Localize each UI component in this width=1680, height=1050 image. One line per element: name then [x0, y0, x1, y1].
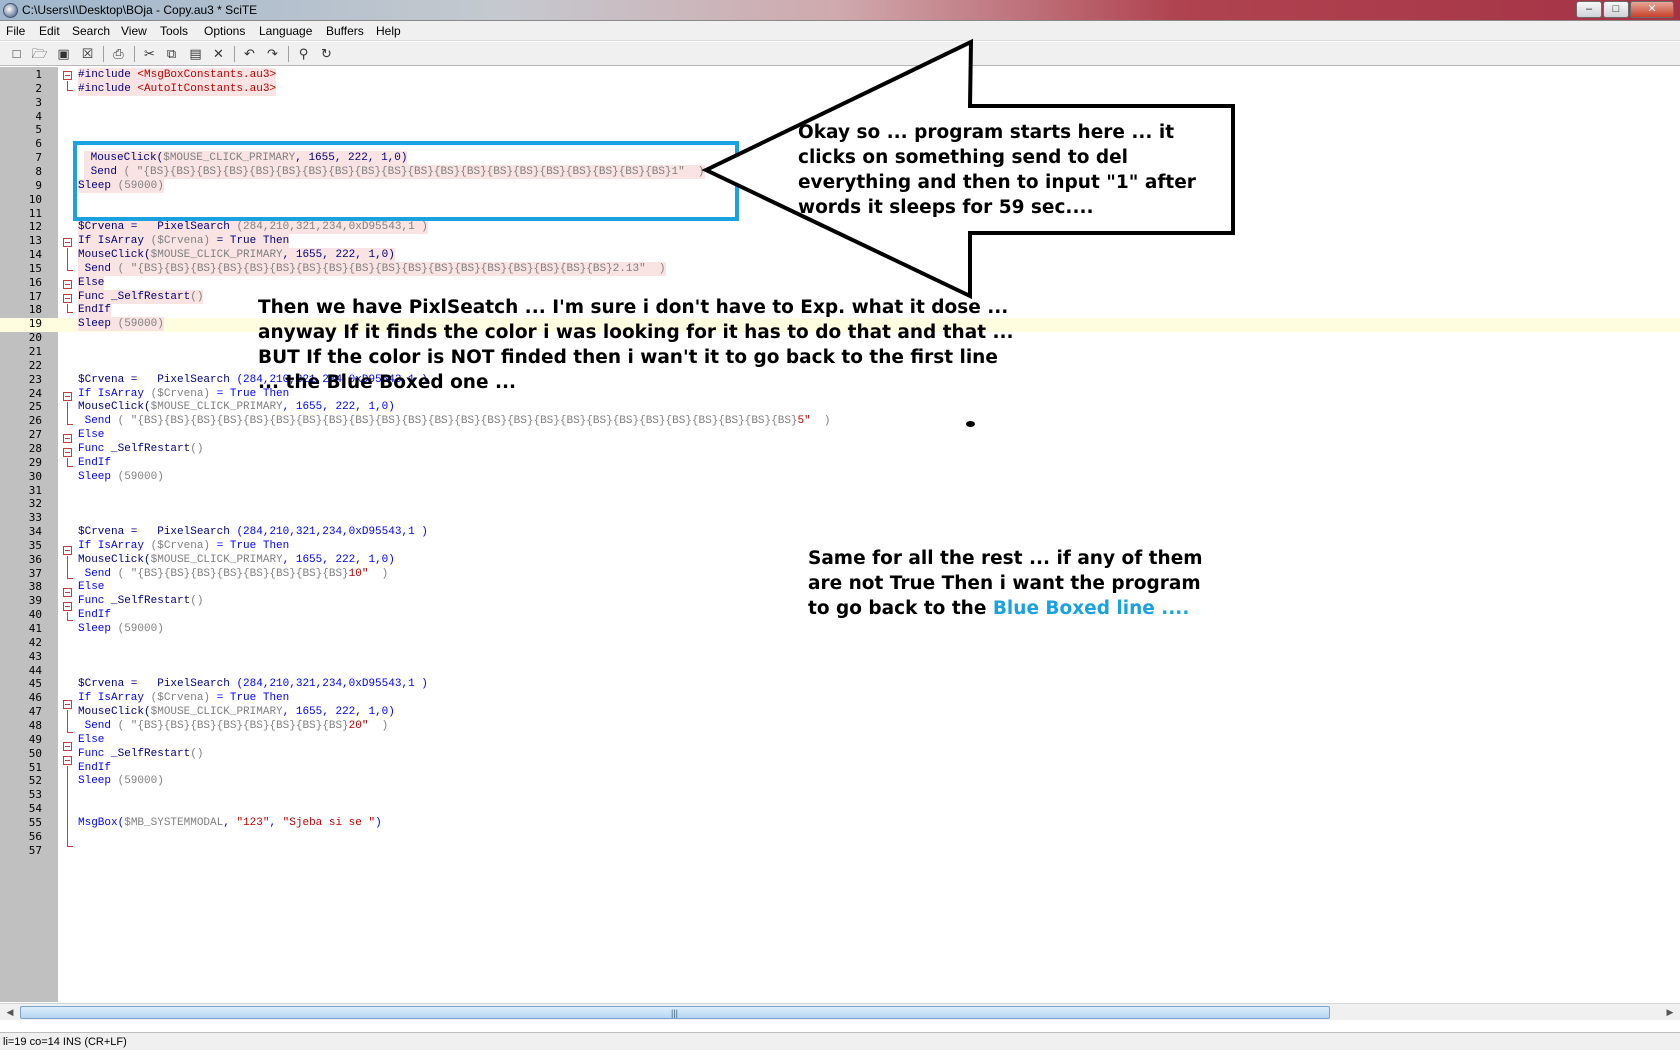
scrollbar-grip-icon: ||| — [671, 1008, 679, 1018]
scroll-right-icon[interactable]: ▶ — [1662, 1005, 1678, 1020]
annotation-note-3-blue: Blue Boxed line .... — [992, 598, 1190, 619]
annotation-note-3: Same for all the rest ... if any of them… — [808, 546, 1208, 621]
scite-window: C:\Users\I\Desktop\BOja - Copy.au3 * Sci… — [0, 0, 1680, 1050]
horizontal-scrollbar[interactable]: ◀ ||| ▶ — [0, 1003, 1680, 1020]
scrollbar-thumb[interactable]: ||| — [20, 1006, 1330, 1019]
scroll-left-icon[interactable]: ◀ — [2, 1005, 18, 1020]
status-text: li=19 co=14 INS (CR+LF) — [3, 1036, 127, 1048]
annotation-note-1: Okay so ... program starts here ... it c… — [798, 122, 1196, 218]
ink-dot — [966, 421, 975, 427]
status-bar: li=19 co=14 INS (CR+LF) — [0, 1032, 1680, 1050]
annotation-note-2: Then we have PixlSeatch ... I'm sure i d… — [258, 297, 1014, 393]
